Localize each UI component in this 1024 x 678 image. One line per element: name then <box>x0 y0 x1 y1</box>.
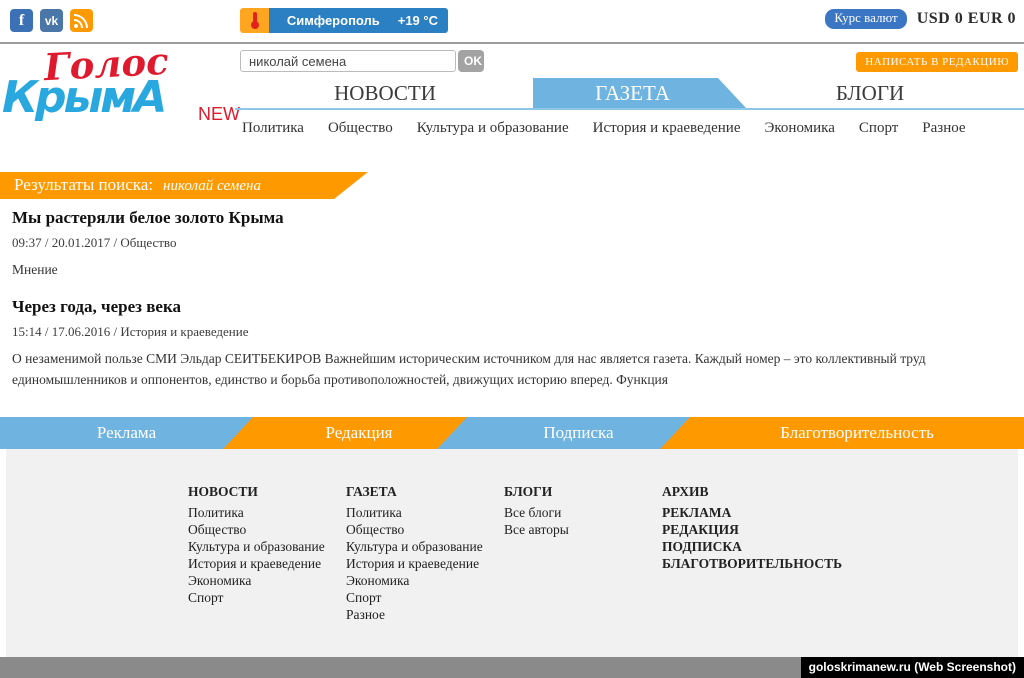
thermometer-icon <box>240 8 269 33</box>
footer-col-gazeta: ГАЗЕТА Политика Общество Культура и обра… <box>346 483 504 623</box>
footer-link[interactable]: Спорт <box>188 589 346 606</box>
logo-word-kryma: КрымА <box>2 76 164 120</box>
page: f vk Симферополь +19 °C Курс валют USD 0… <box>0 0 1024 678</box>
tab-news[interactable]: НОВОСТИ <box>285 78 485 108</box>
article-title[interactable]: Мы растеряли белое золото Крыма <box>12 208 1012 228</box>
footer-link[interactable]: Экономика <box>188 572 346 589</box>
currency-rates-value: USD 0 EUR 0 <box>917 10 1016 28</box>
search-results-list: Мы растеряли белое золото Крыма 09:37 / … <box>12 208 1012 404</box>
footer-tab-bar: Реклама Редакция Подписка Благотворитель… <box>0 417 1024 449</box>
tab-blogs[interactable]: БЛОГИ <box>775 78 965 108</box>
subnav-obshchestvo[interactable]: Общество <box>328 120 393 137</box>
footer-col-archive: АРХИВ РЕКЛАМА РЕДАКЦИЯ ПОДПИСКА БЛАГОТВО… <box>662 483 1018 623</box>
footer-col-news-header[interactable]: НОВОСТИ <box>188 483 346 500</box>
footer-link[interactable]: РЕДАКЦИЯ <box>662 521 1018 538</box>
currency-block: Курс валют USD 0 EUR 0 <box>825 9 1016 29</box>
search-results-banner: Результаты поиска: николай семена <box>0 172 368 199</box>
site-logo[interactable]: Голос КрымА NEW <box>0 46 235 130</box>
article-title[interactable]: Через года, через века <box>12 297 1012 317</box>
top-bar: f vk Симферополь +19 °C Курс валют USD 0… <box>0 0 1024 44</box>
write-to-editors-button[interactable]: НАПИСАТЬ В РЕДАКЦИЮ <box>856 52 1018 72</box>
footer-link[interactable]: Все блоги <box>504 504 662 521</box>
footer-col-blogs: БЛОГИ Все блоги Все авторы <box>504 483 662 623</box>
search-result-item: Через года, через века 15:14 / 17.06.201… <box>12 297 1012 390</box>
logo-new-badge: NEW <box>198 104 240 125</box>
footer-tab-blagotvoritelnost[interactable]: Благотворительность <box>690 417 1024 449</box>
footer-link[interactable]: БЛАГОТВОРИТЕЛЬНОСТЬ <box>662 555 1018 572</box>
footer-link[interactable]: Спорт <box>346 589 504 606</box>
subnav-sport[interactable]: Спорт <box>859 120 898 137</box>
rss-arc-large <box>74 14 88 28</box>
sub-nav: Политика Общество Культура и образование… <box>242 120 1024 137</box>
footer-tab-reklama[interactable]: Реклама <box>0 417 253 449</box>
article-snippet: Мнение <box>12 259 1012 280</box>
footer-link[interactable]: Все авторы <box>504 521 662 538</box>
search-input[interactable] <box>240 50 456 72</box>
footer-tab-redaktsiya[interactable]: Редакция <box>253 417 465 449</box>
subnav-istoriya[interactable]: История и краеведение <box>593 120 741 137</box>
subnav-ekonomika[interactable]: Экономика <box>764 120 834 137</box>
search-ok-button[interactable]: OK <box>458 50 484 72</box>
results-query: николай семена <box>163 178 261 194</box>
footer-tab-podpiska[interactable]: Подписка <box>467 417 690 449</box>
footer-link[interactable]: Культура и образование <box>188 538 346 555</box>
footer-col-archive-header[interactable]: АРХИВ <box>662 483 1018 500</box>
site-header: Голос КрымА NEW OK НАПИСАТЬ В РЕДАКЦИЮ Н… <box>0 44 1024 172</box>
bottom-bar: goloskrimanew.ru (Web Screenshot) <box>0 657 1024 678</box>
footer-link[interactable]: Общество <box>346 521 504 538</box>
footer-link[interactable]: РЕКЛАМА <box>662 504 1018 521</box>
footer-link[interactable]: Экономика <box>346 572 504 589</box>
main-nav: НОВОСТИ ГАЗЕТА БЛОГИ <box>235 78 1024 110</box>
article-meta: 09:37 / 20.01.2017 / Общество <box>12 235 1012 251</box>
footer-col-blogs-header[interactable]: БЛОГИ <box>504 483 662 500</box>
rss-icon[interactable] <box>70 9 93 32</box>
social-links: f vk <box>10 9 93 32</box>
facebook-icon[interactable]: f <box>10 9 33 32</box>
currency-rates-button[interactable]: Курс валют <box>825 9 906 29</box>
subnav-kultura[interactable]: Культура и образование <box>417 120 569 137</box>
subnav-politika[interactable]: Политика <box>242 120 304 137</box>
weather-info: Симферополь +19 °C <box>269 8 448 33</box>
footer-link[interactable]: История и краеведение <box>346 555 504 572</box>
results-title: Результаты поиска: <box>14 175 153 194</box>
footer-link[interactable]: Разное <box>346 606 504 623</box>
vk-icon[interactable]: vk <box>40 9 63 32</box>
watermark-badge: goloskrimanew.ru (Web Screenshot) <box>801 657 1024 678</box>
weather-city: Симферополь <box>269 13 398 28</box>
article-meta: 15:14 / 17.06.2016 / История и краеведен… <box>12 324 1012 340</box>
article-snippet: О незаменимой пользе СМИ Эльдар СЕИТБЕКИ… <box>12 348 1012 390</box>
footer-link[interactable]: История и краеведение <box>188 555 346 572</box>
footer-links-area: НОВОСТИ Политика Общество Культура и обр… <box>6 449 1018 657</box>
weather-widget[interactable]: Симферополь +19 °C <box>240 8 448 33</box>
footer-link[interactable]: Политика <box>346 504 504 521</box>
footer-col-gazeta-header[interactable]: ГАЗЕТА <box>346 483 504 500</box>
footer-link[interactable]: Культура и образование <box>346 538 504 555</box>
footer-col-news: НОВОСТИ Политика Общество Культура и обр… <box>188 483 346 623</box>
search-result-item: Мы растеряли белое золото Крыма 09:37 / … <box>12 208 1012 280</box>
tab-gazeta-active[interactable]: ГАЗЕТА <box>533 78 746 108</box>
subnav-raznoe[interactable]: Разное <box>922 120 965 137</box>
footer-link[interactable]: Общество <box>188 521 346 538</box>
footer-link[interactable]: ПОДПИСКА <box>662 538 1018 555</box>
footer-link[interactable]: Политика <box>188 504 346 521</box>
weather-temp: +19 °C <box>398 13 448 28</box>
